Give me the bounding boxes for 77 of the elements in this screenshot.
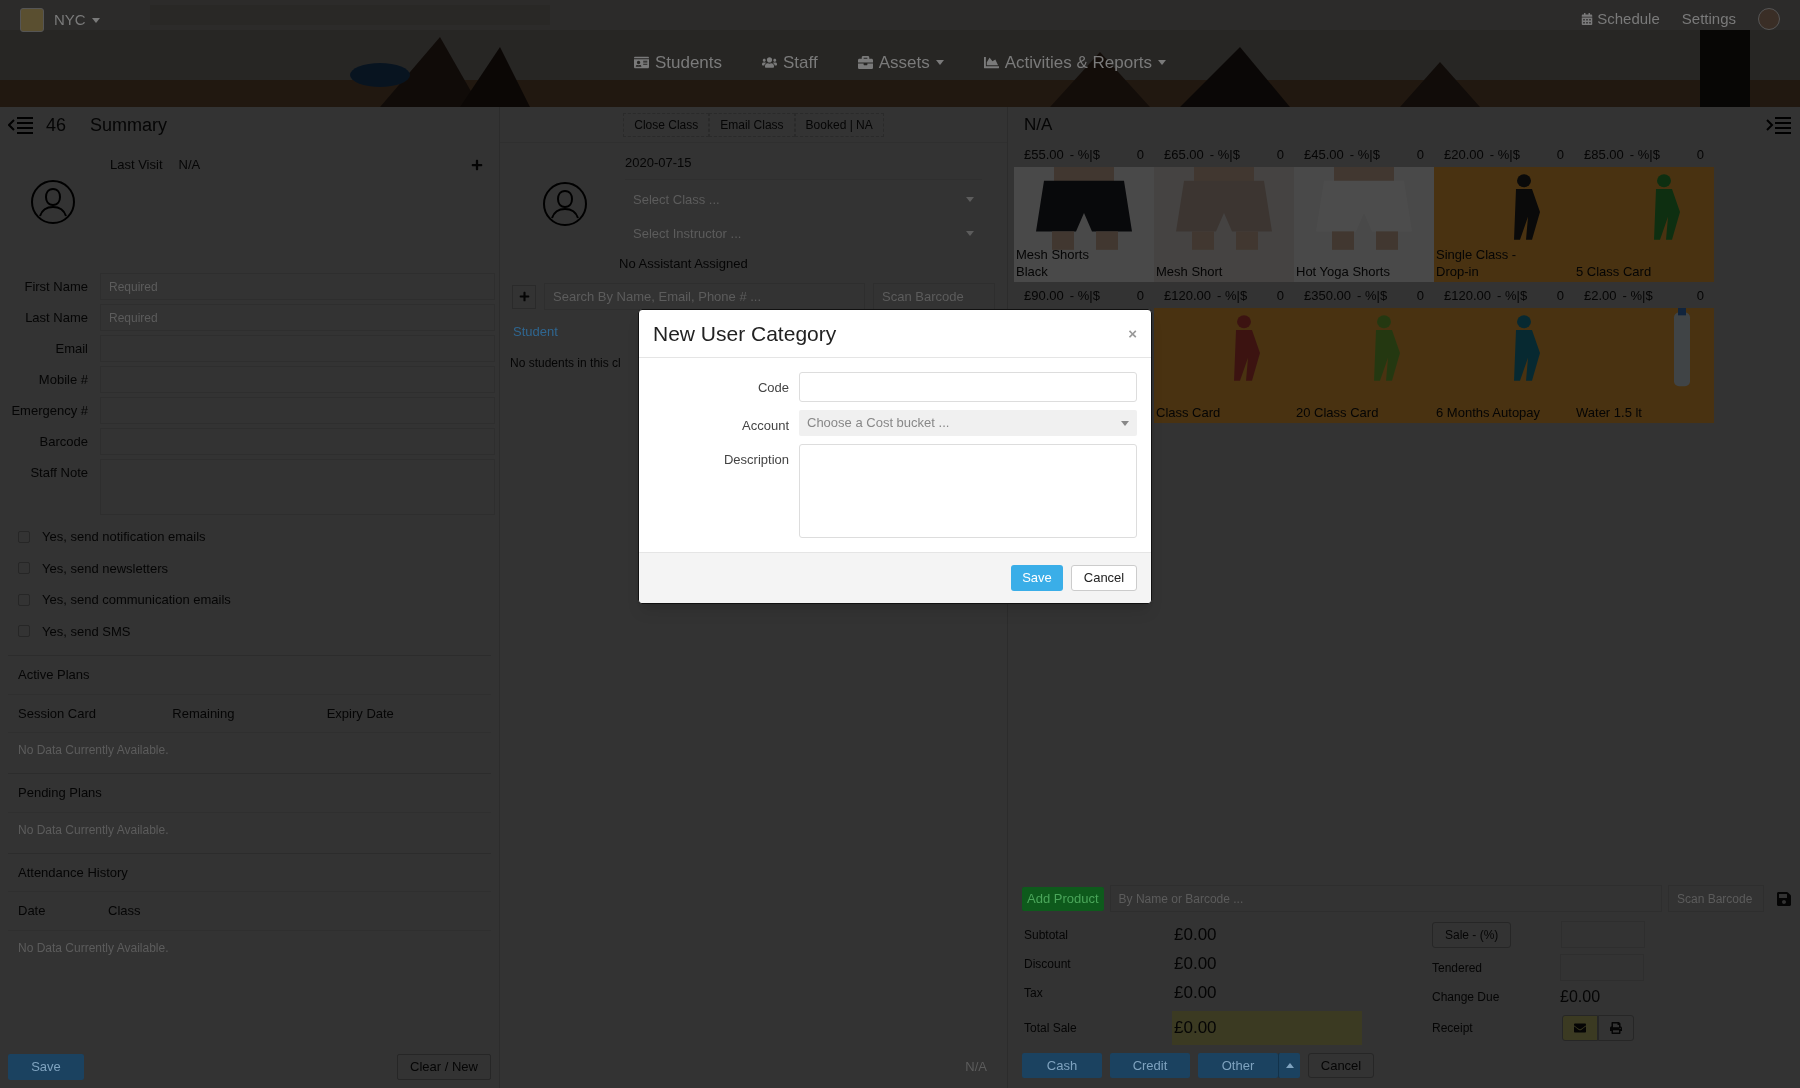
student-tab[interactable]: Student: [500, 322, 571, 342]
product-name: 6 Months Autopay: [1435, 404, 1542, 422]
product-name: Class Card: [1155, 404, 1222, 422]
print-icon: [1610, 1022, 1622, 1034]
briefcase-icon: [857, 55, 873, 71]
product-tile[interactable]: Class Card: [1154, 308, 1294, 423]
caret-icon: [966, 197, 974, 202]
payment-button[interactable]: Cash: [1022, 1053, 1102, 1078]
product-name: 20 Class Card: [1295, 404, 1380, 422]
discount-toggle[interactable]: - %|$: [1349, 145, 1380, 165]
cancel-button[interactable]: Cancel: [1071, 565, 1137, 591]
caret-icon: [91, 17, 100, 23]
product-tile[interactable]: Mesh Short: [1154, 167, 1294, 282]
product-name: Hot Yoga Shorts: [1295, 263, 1391, 281]
save-icon[interactable]: [1776, 890, 1792, 907]
print-receipt-button[interactable]: [1598, 1015, 1634, 1041]
email-receipt-button[interactable]: [1562, 1015, 1598, 1041]
product-tile[interactable]: Water 1.5 lt: [1574, 308, 1714, 423]
discount-toggle[interactable]: - %|$: [1209, 145, 1240, 165]
chart-icon: [983, 55, 999, 71]
add-icon[interactable]: [471, 159, 483, 171]
schedule-link[interactable]: Schedule: [1581, 8, 1660, 31]
calendar-icon: [1581, 13, 1594, 26]
discount-toggle[interactable]: - %|$: [1622, 286, 1653, 306]
field-label: Account: [741, 417, 789, 435]
caret-icon: [935, 60, 944, 66]
payment-button[interactable]: Credit: [1110, 1053, 1190, 1078]
caret-icon: [1158, 60, 1167, 66]
save-button[interactable]: Save: [8, 1054, 84, 1080]
field-label: Code: [756, 379, 789, 397]
product-tile[interactable]: Hot Yoga Shorts: [1294, 167, 1434, 282]
code-field[interactable]: [799, 372, 1137, 402]
add-product-button[interactable]: Add Product: [1022, 886, 1104, 911]
logo-icon: [20, 8, 44, 32]
id-card-icon: [633, 55, 649, 71]
dialog-title: New User Category: [653, 320, 837, 347]
field-label: Description: [722, 451, 789, 469]
account-select[interactable]: Choose a Cost bucket ...: [799, 410, 1137, 436]
nav-link[interactable]: Activities & Reports: [983, 50, 1167, 76]
payment-options-button[interactable]: [1278, 1053, 1300, 1078]
user-avatar-icon: [542, 181, 588, 227]
discount-toggle[interactable]: - %|$: [1069, 145, 1100, 165]
collapse-menu-icon[interactable]: [8, 116, 34, 134]
save-button[interactable]: Save: [1011, 565, 1063, 591]
user-avatar-icon: [30, 179, 76, 225]
discount-toggle[interactable]: - %|$: [1357, 286, 1388, 306]
discount-toggle[interactable]: - %|$: [1629, 145, 1660, 165]
add-icon: [518, 291, 530, 302]
payment-button[interactable]: Other: [1198, 1053, 1278, 1078]
caret-icon: [1285, 1063, 1294, 1068]
nav-link[interactable]: Staff: [762, 50, 818, 76]
product-tile[interactable]: 20 Class Card: [1294, 308, 1434, 423]
nav-link[interactable]: Assets: [857, 50, 944, 76]
product-name: Mesh Short: [1155, 263, 1224, 281]
close-button[interactable]: ×: [1128, 326, 1137, 341]
product-tile[interactable]: 6 Months Autopay: [1434, 308, 1574, 423]
product-tile[interactable]: Mesh Shorts Black: [1014, 167, 1154, 282]
product-name: Mesh Shorts Black: [1015, 246, 1090, 281]
product-name: Water 1.5 lt: [1575, 404, 1643, 422]
nav-link[interactable]: Students: [633, 50, 722, 76]
discount-toggle[interactable]: - %|$: [1217, 286, 1248, 306]
settings-menu[interactable]: Settings: [1681, 8, 1736, 31]
envelope-icon: [1574, 1022, 1586, 1034]
discount-toggle[interactable]: - %|$: [1069, 286, 1100, 306]
discount-toggle[interactable]: - %|$: [1489, 145, 1520, 165]
product-tile[interactable]: Single Class - Drop-in: [1434, 167, 1574, 282]
users-icon: [762, 55, 777, 71]
caret-icon: [1121, 420, 1129, 426]
add-student-button[interactable]: [512, 284, 536, 309]
product-tile[interactable]: 5 Class Card: [1574, 167, 1714, 282]
discount-toggle[interactable]: - %|$: [1497, 286, 1528, 306]
description-field[interactable]: [799, 444, 1137, 538]
location-menu[interactable]: NYC: [54, 8, 86, 32]
product-name: Single Class - Drop-in: [1435, 246, 1518, 281]
caret-icon: [966, 231, 974, 236]
product-name: 5 Class Card: [1575, 263, 1653, 281]
collapse-menu-icon[interactable]: [1766, 116, 1792, 134]
